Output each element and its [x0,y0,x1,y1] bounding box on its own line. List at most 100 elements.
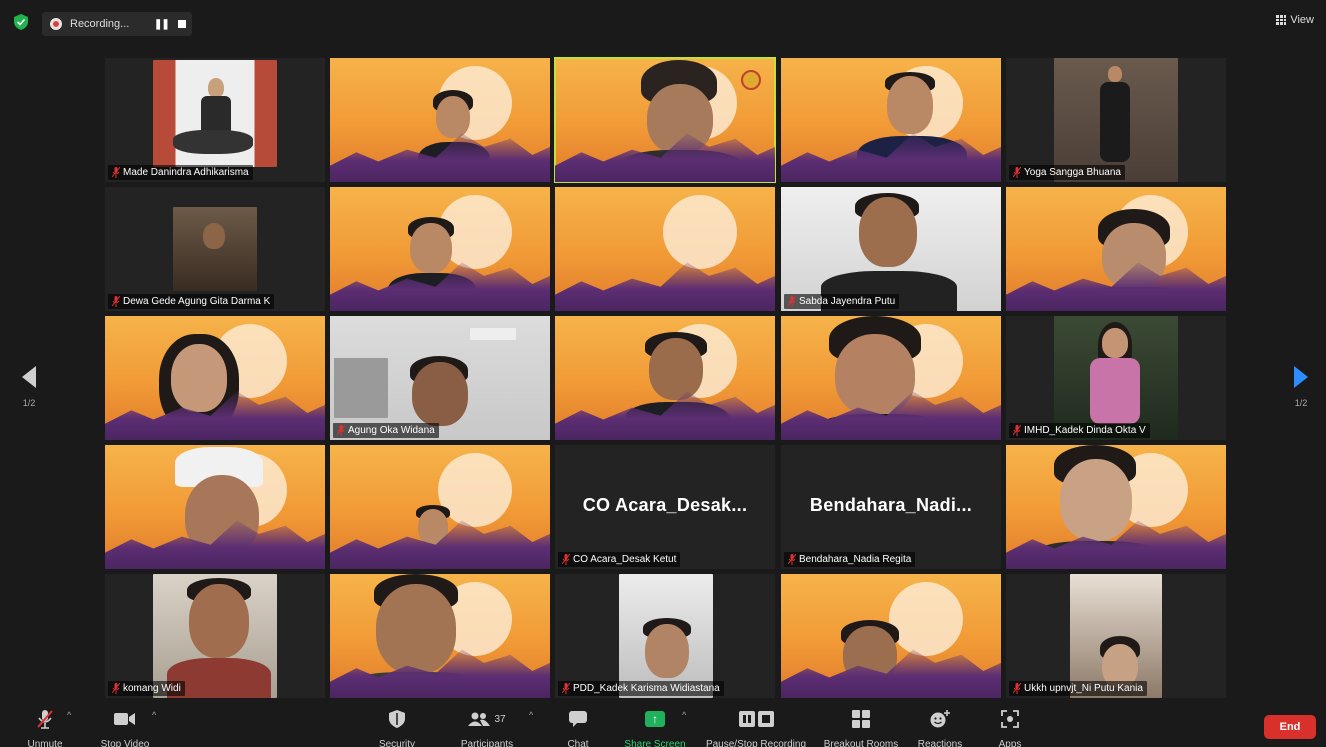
video-tile[interactable]: IMHD_I Putu Eka Sukadana [330,574,550,698]
chat-button[interactable]: Chat [562,708,594,747]
reactions-button[interactable]: Reactions [914,708,966,747]
video-gallery: Made Danindra Adhikarisma CO Humas_I Way… [105,57,1228,700]
video-tile[interactable]: Acara_Krishna Mahardika [781,316,1001,440]
participants-icon [468,712,491,726]
participant-name: Made Danindra Adhikarisma [108,165,253,180]
participant-name: Arya Lawa Manuaba [784,165,895,180]
participant-display-name: Bendahara_Nadi... [809,495,973,515]
participants-count: 37 [494,713,506,725]
view-button[interactable]: View [1276,14,1314,26]
participant-name: Made Wartana [108,552,193,567]
video-tile[interactable]: Ketua_Pelaksana_I Gusti Agung Bagus ... [1006,187,1226,311]
video-tile-camera-off[interactable]: CO Acara_Desak... CO Acara_Desak Ketut [555,445,775,569]
security-shield-icon [14,14,28,30]
mic-muted-icon [337,425,345,436]
participant-name: Agung Oka Widana [333,423,439,438]
apps-icon [1001,710,1019,728]
participant-name: CO Acara_Desak Ketut [558,552,681,567]
view-label: View [1290,14,1314,26]
participant-name: ACARA_I Dewa Made Arjun Yudhatama [558,294,755,309]
mic-muted-icon [337,296,345,307]
page-indicator-left: 1/2 [22,398,36,408]
participants-button[interactable]: 37 Participants [456,708,518,747]
recording-dot-icon [50,18,62,30]
mic-muted-icon [1013,683,1021,694]
video-tile[interactable]: ACARA_I Dewa Made Arjun Yudhatama [555,187,775,311]
participant-name: Kerohanian_Si Luh Putu Aprilia Weda M... [108,423,314,438]
share-screen-button[interactable]: ↑ Share Screen [622,708,688,747]
microphone-muted-icon [37,710,53,729]
previous-page-button[interactable]: 1/2 [14,360,44,408]
share-options-caret-icon[interactable]: ^ [682,710,686,720]
audio-options-caret-icon[interactable]: ^ [67,710,71,720]
mic-muted-icon [788,683,796,694]
video-tile[interactable]: Sabda Jayendra Putu [781,187,1001,311]
video-tile[interactable]: Arya Lawa Manuaba [781,58,1001,182]
participants-options-caret-icon[interactable]: ^ [529,710,533,720]
participant-name: Ukkh upnvjt_Ni Putu Kania [1009,681,1147,696]
security-label: Security [378,739,416,747]
mic-muted-icon [1013,554,1021,565]
participant-name: Acara_Krishna Mahardika [784,423,919,438]
stop-video-button[interactable]: Stop Video [96,708,154,747]
mic-muted-icon [788,425,796,436]
pause-stop-recording-button[interactable]: Pause/Stop Recording [702,708,810,747]
video-tile[interactable]: Made Danindra Adhikarisma [105,58,325,182]
participant-name: IMHD_I Putu Eka Sukadana [333,681,478,696]
participant-name: Yoga Sangga Bhuana [1009,165,1125,180]
mic-muted-icon [337,554,345,565]
mic-muted-icon [337,683,345,694]
video-camera-icon [114,713,135,725]
zoom-meeting-window: Recording... ❚❚ View 1/2 1/2 Made Danind… [0,0,1326,747]
participant-name: Ketua IMHD _ Gede Ngurah Surya Kenc... [558,423,766,438]
reactions-label: Reactions [917,739,963,747]
video-tile[interactable]: Kerohanian_Si Luh Putu Aprilia Weda M... [105,316,325,440]
next-page-button[interactable]: 1/2 [1286,360,1316,408]
video-tile[interactable]: komang Widi [105,574,325,698]
pause-icon [738,711,755,727]
video-tile[interactable]: Ukkh upnvjt_Ni Putu Kania [1006,574,1226,698]
pause-recording-icon[interactable]: ❚❚ [154,19,170,30]
participant-name: CO Kesek_I Gede Dharma Ardi Suputra [1009,552,1206,567]
video-tile[interactable]: Made Wartana [105,445,325,569]
unmute-label: Unmute [27,739,63,747]
award-badge-icon [741,70,761,90]
breakout-rooms-grid-icon [852,710,870,728]
video-tile-active-speaker[interactable]: MC_IPUTUSUGIANTARA [554,57,776,183]
video-tile[interactable]: Ketua IMHD _ Gede Ngurah Surya Kenc... [555,316,775,440]
arrow-left-icon [22,366,36,388]
participant-name: Dewa Gede Agung Gita Darma K [108,294,275,309]
arrow-right-icon [1294,366,1308,388]
mic-muted-icon [562,296,570,307]
unmute-button[interactable]: Unmute [20,708,70,747]
participants-label: Participants [460,739,514,747]
video-tile[interactable]: CO Humas_I Wayan Reditya Candra Wib... [330,58,550,182]
video-tile[interactable]: AMA MLG_I.B.Suardika [781,574,1001,698]
end-meeting-button[interactable]: End [1264,715,1316,739]
video-tile[interactable]: PDD_Kadek Karisma Widiastana [555,574,775,698]
page-indicator-right: 1/2 [1294,398,1308,408]
mic-muted-icon [788,167,796,178]
security-button[interactable]: Security [374,708,420,747]
stop-recording-icon[interactable] [178,20,186,28]
apps-button[interactable]: Apps [992,708,1028,747]
mic-muted-icon [1013,296,1021,307]
recording-label: Recording... [70,18,130,30]
video-tile[interactable]: Dewa Gede Agung Gita Darma K [105,187,325,311]
video-tile[interactable]: CO Kesek_I Gede Dharma Ardi Suputra [1006,445,1226,569]
mic-muted-icon [562,683,570,694]
mic-muted-icon [112,167,120,178]
video-tile[interactable]: IMHD_Kadek Dinda Okta V [1006,316,1226,440]
video-tile-camera-off[interactable]: Bendahara_Nadi... Bendahara_Nadia Regita [781,445,1001,569]
apps-label: Apps [998,739,1022,747]
participant-name: Sabda Jayendra Putu [784,294,900,309]
video-tile[interactable]: Humas_Rendy Anugerah Dwiputra [330,445,550,569]
video-tile[interactable]: Agung Oka Widana [330,316,550,440]
video-tile[interactable]: Acara_I Kadek Adi Saputra Nugraha [330,187,550,311]
chat-label: Chat [567,739,589,747]
mic-muted-icon [788,554,796,565]
breakout-rooms-button[interactable]: Breakout Rooms [820,708,902,747]
participant-photo [173,207,257,291]
video-tile[interactable]: Yoga Sangga Bhuana [1006,58,1226,182]
video-options-caret-icon[interactable]: ^ [152,710,156,720]
